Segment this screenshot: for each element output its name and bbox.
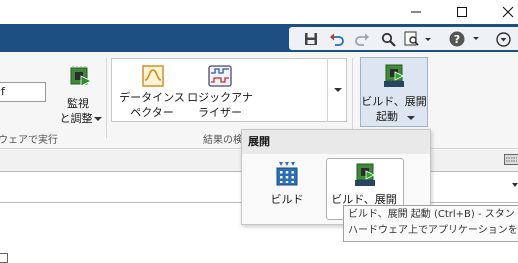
group-separator <box>106 58 107 138</box>
monitor-label-line2: と調整 <box>56 111 96 126</box>
search-icon <box>381 32 396 47</box>
build-deploy-icon <box>353 162 377 188</box>
title-bar <box>0 0 518 24</box>
stop-time-field[interactable]: f <box>0 82 46 102</box>
data-inspector-label-line2: ペクター <box>111 105 193 120</box>
undo-button[interactable] <box>327 29 347 49</box>
redo-button[interactable] <box>352 29 372 49</box>
chevron-down-icon <box>407 115 415 121</box>
minimize-ribbon-icon <box>496 32 511 47</box>
hardware-board-icon <box>68 64 92 88</box>
minimize-icon <box>410 6 422 18</box>
monitor-label-line1: 監視 <box>60 96 96 111</box>
keyboard-icon[interactable] <box>504 154 518 165</box>
chevron-down-icon[interactable] <box>512 182 518 188</box>
svg-text:?: ? <box>454 33 460 46</box>
search-button[interactable] <box>378 29 398 49</box>
review-group-label: 結果の検 <box>203 131 243 146</box>
build-deploy-start-button[interactable]: ビルド、展開 起動 <box>360 57 428 127</box>
data-inspector-icon <box>142 65 164 87</box>
help-button[interactable]: ? <box>444 29 484 49</box>
tooltip-line2: ハードウェア上でアプリケーションを起動 <box>348 223 518 239</box>
save-icon <box>304 32 318 46</box>
monitor-tune-button[interactable]: 監視 と調整 <box>60 60 104 130</box>
build-deploy-label-line1: ビルド、展開 <box>357 94 431 109</box>
checkbox[interactable] <box>0 253 8 263</box>
build-menu-item[interactable]: ビルド <box>248 158 326 220</box>
gallery-expand-icon <box>334 87 342 93</box>
build-icon <box>274 161 300 187</box>
logic-analyzer-label-line1: ロジックアナ <box>184 90 256 105</box>
minimize-button[interactable] <box>399 0 433 24</box>
tooltip-line1: ビルド、展開 起動 (Ctrl+B) - スタン <box>348 207 518 223</box>
tooltip: ビルド、展開 起動 (Ctrl+B) - スタン ハードウェア上でアプリケーショ… <box>343 205 518 242</box>
data-inspector-label-line1: データインス <box>111 90 193 105</box>
close-button[interactable] <box>491 0 518 24</box>
chevron-down-icon <box>94 116 102 122</box>
redo-icon <box>354 32 370 46</box>
logic-analyzer-label-line2: ライザー <box>184 105 256 120</box>
group-separator <box>352 58 353 138</box>
minimize-ribbon-button[interactable] <box>492 29 514 49</box>
undo-icon <box>329 32 345 46</box>
logic-analyzer-icon <box>208 65 232 87</box>
close-icon <box>502 6 514 18</box>
logic-analyzer-button[interactable]: ロジックアナ ライザー <box>190 62 260 120</box>
maximize-icon <box>456 6 468 18</box>
maximize-button[interactable] <box>445 0 479 24</box>
help-icon: ? <box>446 31 482 47</box>
build-deploy-label-line2: 起動 <box>369 109 405 124</box>
build-deploy-icon <box>382 63 406 89</box>
gallery-expand-button[interactable] <box>327 58 348 122</box>
dropdown-header: 展開 <box>242 130 430 154</box>
run-group-label: ウェアで実行 <box>0 131 58 146</box>
search-docs-icon <box>403 31 433 47</box>
data-inspector-button[interactable]: データインス ペクター <box>117 62 187 120</box>
build-menu-item-label: ビルド <box>248 192 326 207</box>
save-button[interactable] <box>302 29 320 49</box>
search-docs-button[interactable] <box>401 29 435 49</box>
